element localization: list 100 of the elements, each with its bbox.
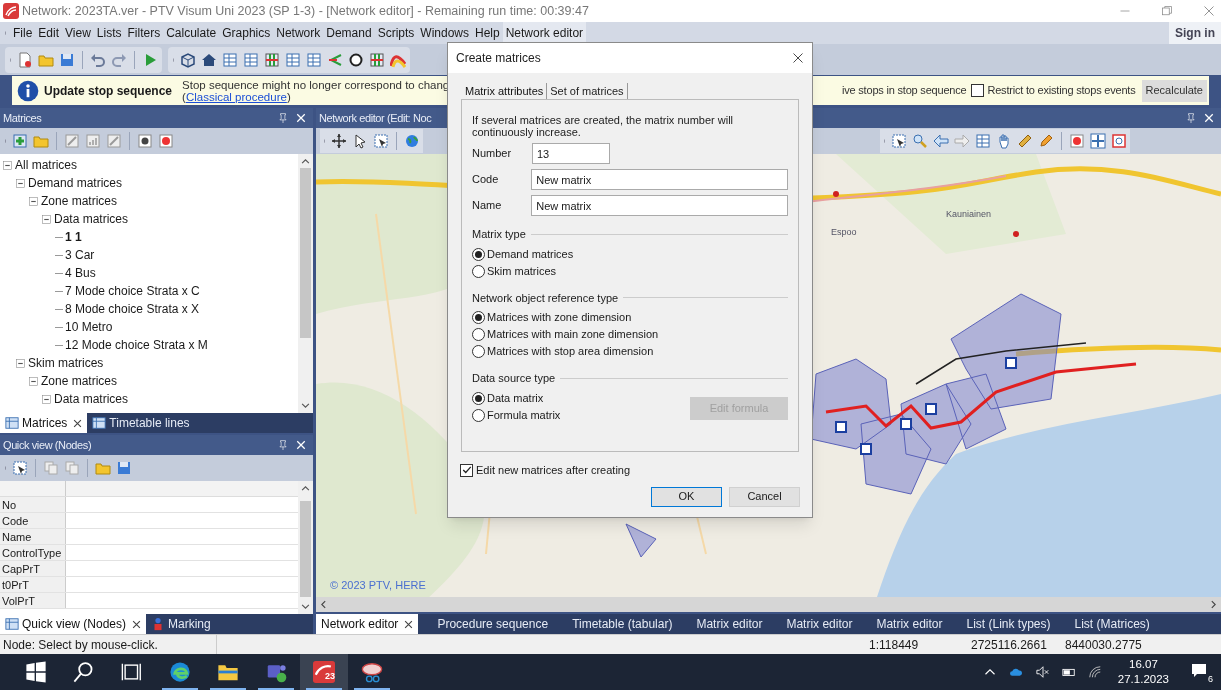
scroll-right-icon[interactable] [1209, 600, 1218, 609]
radio-button[interactable] [472, 264, 485, 278]
close-icon[interactable] [73, 418, 83, 428]
table-icon[interactable] [285, 51, 301, 68]
tree-item[interactable]: 12 Mode choice Strata x M [65, 336, 208, 354]
zoom-icon[interactable] [912, 133, 928, 149]
save-icon[interactable] [116, 460, 132, 476]
sign-in-button[interactable]: Sign in [1169, 22, 1221, 44]
collapse-icon[interactable] [42, 394, 51, 404]
save-icon[interactable] [59, 51, 75, 68]
tree-item[interactable]: Zone matrices [41, 372, 118, 390]
hand-icon[interactable] [996, 133, 1012, 149]
menu-item[interactable]: Filters [124, 22, 164, 44]
left-arrow-icon[interactable] [933, 133, 949, 149]
procedure-link[interactable]: Classical procedure [185, 90, 287, 103]
radio-button[interactable] [472, 345, 485, 358]
tree-item[interactable]: 8 Mode choice Strata x X [65, 300, 200, 318]
wifi-icon[interactable] [1087, 665, 1102, 679]
close-icon[interactable] [792, 52, 804, 64]
speaker-muted-icon[interactable] [1035, 665, 1050, 679]
menu-item[interactable]: Network [273, 22, 324, 44]
radio-button[interactable] [472, 408, 485, 422]
tab[interactable]: Quick view (Nodes) [0, 614, 147, 634]
tab[interactable]: Matrices [0, 413, 88, 433]
cube-icon[interactable] [180, 51, 196, 68]
tab[interactable]: Timetable lines [87, 413, 195, 433]
select-icon[interactable] [373, 133, 389, 149]
scrollbar[interactable] [298, 154, 313, 413]
grid-icon[interactable] [369, 51, 385, 68]
menu-item[interactable]: Network editor [502, 22, 587, 44]
taskbar-button[interactable]: 23 [300, 654, 348, 690]
menu-item[interactable]: Lists [93, 22, 125, 44]
move-icon[interactable] [331, 133, 347, 149]
record-icon[interactable] [158, 133, 174, 149]
tab[interactable]: List (Matrices) [1069, 614, 1155, 634]
menu-item[interactable]: Calculate [163, 22, 220, 44]
tree-item[interactable]: 3 Car [65, 246, 95, 264]
select-icon[interactable] [891, 133, 907, 149]
table-icon[interactable] [306, 51, 322, 68]
collapse-icon[interactable] [29, 196, 38, 206]
radio-button[interactable] [472, 391, 485, 405]
restore-icon[interactable] [1161, 5, 1173, 17]
ring-icon[interactable] [348, 51, 364, 68]
tab[interactable]: List (Link types) [961, 614, 1056, 634]
select-icon[interactable] [12, 460, 28, 476]
tree-item[interactable]: Demand matrices [28, 174, 123, 192]
scroll-left-icon[interactable] [319, 600, 328, 609]
checkbox[interactable] [971, 84, 985, 97]
pin-icon[interactable] [278, 439, 288, 451]
tab[interactable]: Timetable (tabular) [567, 614, 678, 634]
menu-item[interactable]: File [10, 22, 36, 44]
add-icon[interactable] [12, 133, 28, 149]
frame-icon[interactable] [1111, 133, 1127, 149]
close-icon[interactable] [404, 619, 414, 629]
scrollbar[interactable] [298, 481, 313, 614]
scroll-down-icon[interactable] [301, 401, 310, 410]
tab[interactable]: Matrix attributes [462, 82, 548, 99]
tab[interactable]: Marking [146, 614, 216, 634]
scrollbar-thumb[interactable] [300, 501, 311, 597]
pin-icon[interactable] [1186, 112, 1196, 124]
scroll-down-icon[interactable] [301, 602, 310, 611]
tab[interactable]: Matrix editor [781, 614, 858, 634]
menu-item[interactable]: View [62, 22, 94, 44]
pointer-icon[interactable] [352, 133, 368, 149]
tree-item[interactable]: 10 Metro [65, 318, 113, 336]
dialog-button[interactable]: OK [651, 486, 722, 507]
tree-item[interactable]: Data matrices [54, 210, 129, 228]
clock[interactable]: 16.07 27.1.2023 [1117, 657, 1169, 687]
checkbox[interactable] [460, 463, 473, 477]
notification-button[interactable]: 6 [1191, 662, 1211, 682]
cloud-icon[interactable] [1007, 666, 1024, 678]
collapse-icon[interactable] [29, 376, 38, 386]
scroll-up-icon[interactable] [301, 484, 310, 493]
tab[interactable]: Procedure sequence [432, 614, 554, 634]
recalculate-button[interactable]: Recalculate [1141, 79, 1207, 102]
tree-item[interactable]: Zone matrices [41, 192, 118, 210]
tree-item[interactable]: 1 1 [65, 228, 82, 246]
edit-icon[interactable] [106, 133, 122, 149]
scroll-up-icon[interactable] [301, 157, 310, 166]
tree-item[interactable]: Data matrices [54, 390, 129, 408]
tree-item[interactable]: 7 Mode choice Strata x C [65, 282, 200, 300]
ruler-icon[interactable] [1017, 133, 1033, 149]
menu-item[interactable]: Help [472, 22, 503, 44]
edit-icon[interactable] [64, 133, 80, 149]
table-icon[interactable] [222, 51, 238, 68]
tab[interactable]: Matrix editor [871, 614, 948, 634]
input-field[interactable]: 13 [532, 143, 610, 164]
pencil-icon[interactable] [1038, 133, 1054, 149]
collapse-icon[interactable] [3, 160, 12, 170]
record-icon[interactable] [1069, 133, 1085, 149]
radio-button[interactable] [472, 247, 485, 261]
input-field[interactable]: New matrix [531, 195, 788, 216]
tree-item[interactable]: All matrices [15, 156, 77, 174]
input-field[interactable]: New matrix [531, 169, 788, 190]
tree-item[interactable]: 4 Bus [65, 264, 96, 282]
home-icon[interactable] [201, 51, 217, 68]
pin-icon[interactable] [278, 112, 288, 124]
menu-item[interactable]: Windows [417, 22, 472, 44]
menu-item[interactable]: Scripts [374, 22, 418, 44]
document-icon[interactable] [17, 51, 33, 68]
